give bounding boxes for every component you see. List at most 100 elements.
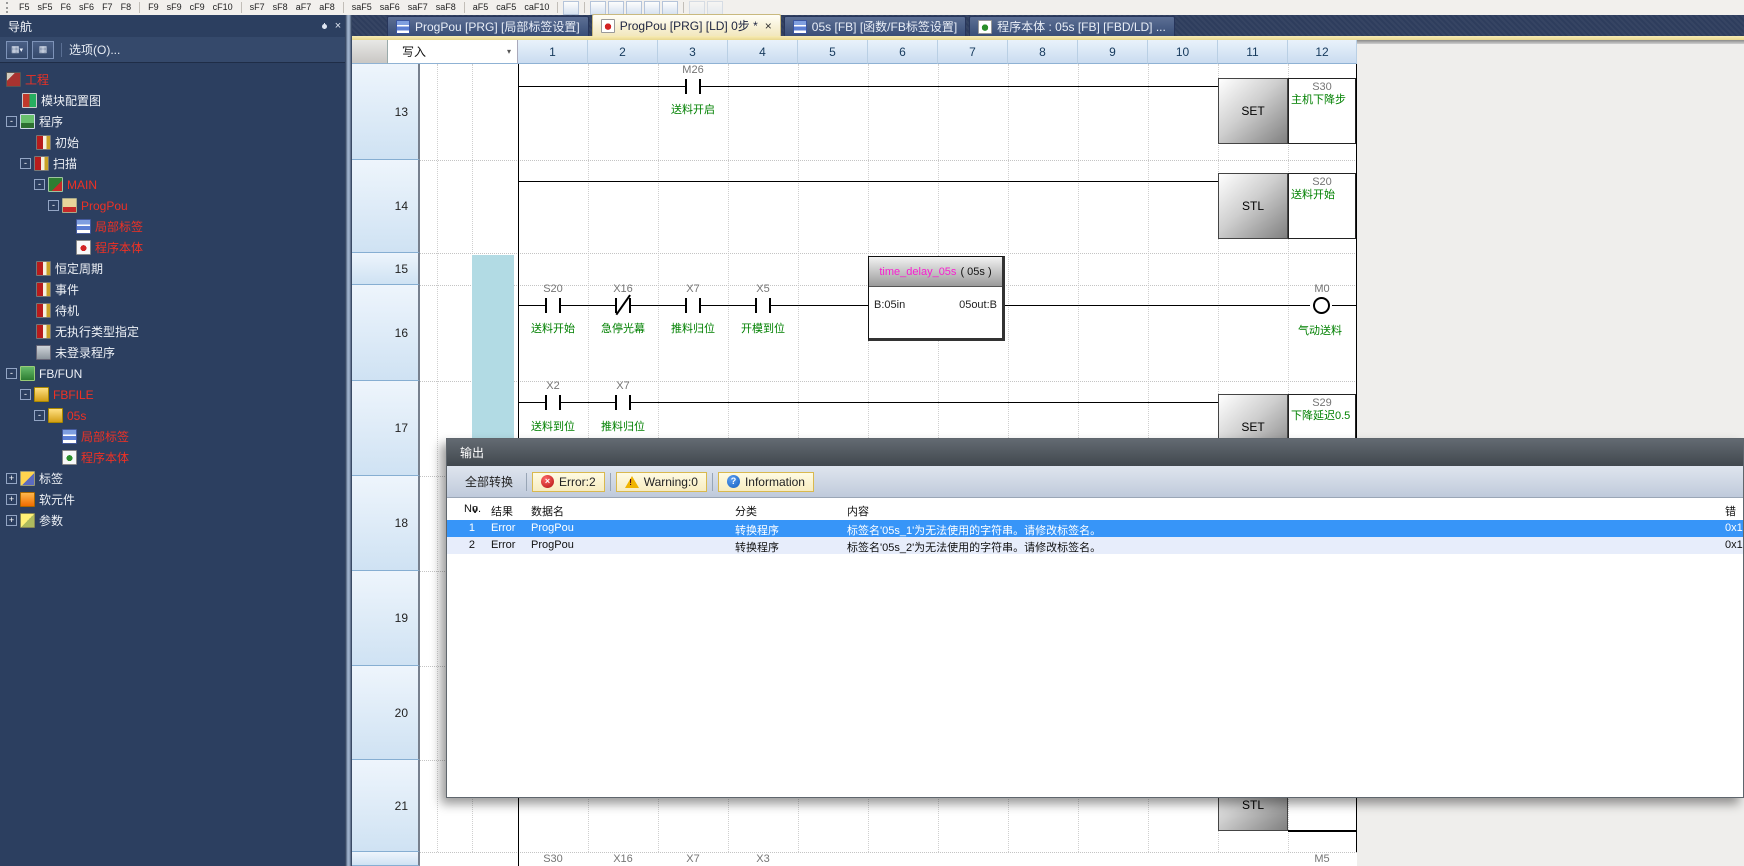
tree-item-module-config[interactable]: 模块配置图 [0, 90, 362, 111]
expand-expander[interactable]: + [6, 494, 17, 505]
tree-filter-icon[interactable]: ▦▾ [6, 41, 28, 59]
coil-m0[interactable] [1313, 297, 1330, 314]
toolbar-key-af8[interactable]: aF8 [316, 1, 338, 14]
collapse-expander[interactable]: - [34, 410, 45, 421]
toolbar-key-f9[interactable]: F9 [145, 1, 162, 14]
tree-item-main[interactable]: - MAIN [0, 174, 374, 195]
contact-x5[interactable] [755, 298, 757, 313]
panel-splitter[interactable] [345, 15, 352, 866]
rung-number-18[interactable]: 18 [352, 476, 420, 571]
tree-item-05s-local-label[interactable]: 局部标签 [0, 426, 402, 447]
collapse-expander[interactable]: - [20, 389, 31, 400]
close-icon[interactable]: × [765, 20, 772, 32]
stl-instruction-block[interactable]: STL [1218, 173, 1288, 239]
warning-filter-button[interactable]: ! Warning:0 [616, 472, 707, 492]
tree-item-progpou[interactable]: - ProgPou [0, 195, 388, 216]
edit-mode-dropdown[interactable]: 写入 ▾ [388, 40, 518, 64]
toolbar-key-sf6[interactable]: sF6 [76, 1, 97, 14]
toolbar-key-sf5[interactable]: sF5 [35, 1, 56, 14]
tree-item-05s-program-body[interactable]: 程序本体 [0, 447, 402, 468]
contact-s20[interactable] [559, 298, 561, 313]
rung-number-17[interactable]: 17 [352, 381, 420, 476]
toolbar-grip[interactable] [6, 2, 11, 13]
tree-item-fb-fun[interactable]: - FB/FUN [0, 363, 346, 384]
toolbar-key-sf7[interactable]: sF7 [247, 1, 268, 14]
tree-item-program[interactable]: - 程序 [0, 111, 346, 132]
rung-number-15[interactable]: 15 [352, 253, 420, 285]
tree-item-project[interactable]: 工程 [0, 69, 346, 90]
tree-item-event[interactable]: 事件 [0, 279, 376, 300]
ladder-window-icon[interactable] [563, 1, 579, 15]
fb-input-pin[interactable]: B:05in [874, 299, 905, 311]
contact-x7[interactable] [699, 298, 701, 313]
error-row[interactable]: 2 Error ProgPou 转换程序 标签名'05s_2'为无法使用的字符串… [447, 537, 1743, 554]
fb-output-pin[interactable]: 05out:B [959, 299, 997, 311]
contact-x7[interactable] [615, 395, 617, 410]
rung-number-16[interactable]: 16 [352, 285, 420, 381]
label-table-icon[interactable] [644, 1, 660, 15]
tree-item-standby[interactable]: 待机 [0, 300, 376, 321]
stl-target-cell[interactable]: S20 送料开始 [1288, 173, 1356, 239]
rung-number-21[interactable]: 21 [352, 760, 420, 852]
contact-x7[interactable] [629, 395, 631, 410]
close-icon[interactable]: × [331, 19, 345, 33]
options-button[interactable]: 选项(O)... [69, 41, 120, 58]
collapse-expander[interactable]: - [34, 179, 45, 190]
contact-x16-nc[interactable] [629, 298, 631, 313]
tree-item-unregistered-program[interactable]: 未登录程序 [0, 342, 376, 363]
expand-expander[interactable]: + [6, 515, 17, 526]
toolbar-key-af7[interactable]: aF7 [293, 1, 315, 14]
fb-instance-time-delay-05s[interactable]: time_delay_05s ( 05s ) B:05in 05out:B [868, 256, 1005, 341]
toolbar-key-f6[interactable]: F6 [58, 1, 75, 14]
toolbar-key-caf10[interactable]: caF10 [521, 1, 552, 14]
toolbar-key-cf9[interactable]: cF9 [187, 1, 208, 14]
contact-x7[interactable] [685, 298, 687, 313]
contact-x5[interactable] [769, 298, 771, 313]
information-filter-button[interactable]: ? Information [718, 472, 814, 492]
contact-m26[interactable] [685, 79, 687, 94]
tree-collapse-icon[interactable]: ▦ [32, 41, 54, 59]
tab-05s-fb-label-settings[interactable]: 05s [FB] [函数/FB标签设置] [784, 16, 966, 36]
convert-all-button[interactable]: 全部转换 [457, 470, 521, 493]
expand-expander[interactable]: + [6, 473, 17, 484]
tree-item-label-section[interactable]: + 标签 [0, 468, 346, 489]
rung-number-14[interactable]: 14 [352, 160, 420, 253]
tree-item-no-exec-type[interactable]: 无执行类型指定 [0, 321, 376, 342]
rung-number-20[interactable]: 20 [352, 666, 420, 760]
set-target-cell[interactable]: S30 主机下降步 [1288, 78, 1356, 144]
toolbar-key-f7[interactable]: F7 [99, 1, 116, 14]
contact-m26[interactable] [699, 79, 701, 94]
toolbar-key-f5[interactable]: F5 [16, 1, 33, 14]
tree-item-scan[interactable]: - 扫描 [0, 153, 360, 174]
tree-item-initial[interactable]: 初始 [0, 132, 376, 153]
tab-progpou-local-label-settings[interactable]: ProgPou [PRG] [局部标签设置] [387, 16, 589, 36]
stl-selection-highlight[interactable] [472, 255, 514, 465]
collapse-expander[interactable]: - [6, 116, 17, 127]
set-instruction-block[interactable]: SET [1218, 78, 1288, 144]
edit-coil-icon[interactable] [608, 1, 624, 15]
tree-item-05s[interactable]: - 05s [0, 405, 374, 426]
toolbar-key-saf6[interactable]: saF6 [377, 1, 403, 14]
tree-item-parameter[interactable]: + 参数 [0, 510, 346, 531]
toolbar-key-af5[interactable]: aF5 [470, 1, 492, 14]
collapse-expander[interactable]: - [48, 200, 59, 211]
rung-number-22[interactable] [352, 852, 420, 866]
contact-x2[interactable] [559, 395, 561, 410]
tab-05s-fbd-ld-editor[interactable]: 程序本体 : 05s [FB] [FBD/LD] ... [969, 16, 1175, 36]
toolbar-key-caf5[interactable]: caF5 [493, 1, 519, 14]
toolbar-key-cf10[interactable]: cF10 [210, 1, 236, 14]
toolbar-key-saf8[interactable]: saF8 [433, 1, 459, 14]
toolbar-key-saf5[interactable]: saF5 [349, 1, 375, 14]
contact-s20[interactable] [545, 298, 547, 313]
label-table2-icon[interactable] [662, 1, 678, 15]
tree-item-fixed-cycle[interactable]: 恒定周期 [0, 258, 376, 279]
contact-x2[interactable] [545, 395, 547, 410]
rung-number-19[interactable]: 19 [352, 571, 420, 666]
collapse-expander[interactable]: - [20, 158, 31, 169]
edit-contact-icon[interactable] [590, 1, 606, 15]
collapse-expander[interactable]: - [6, 368, 17, 379]
toolbar-key-sf8[interactable]: sF8 [270, 1, 291, 14]
tree-item-fbfile[interactable]: - FBFILE [0, 384, 360, 405]
undo-icon[interactable] [689, 1, 705, 15]
list-icon[interactable] [707, 1, 723, 15]
